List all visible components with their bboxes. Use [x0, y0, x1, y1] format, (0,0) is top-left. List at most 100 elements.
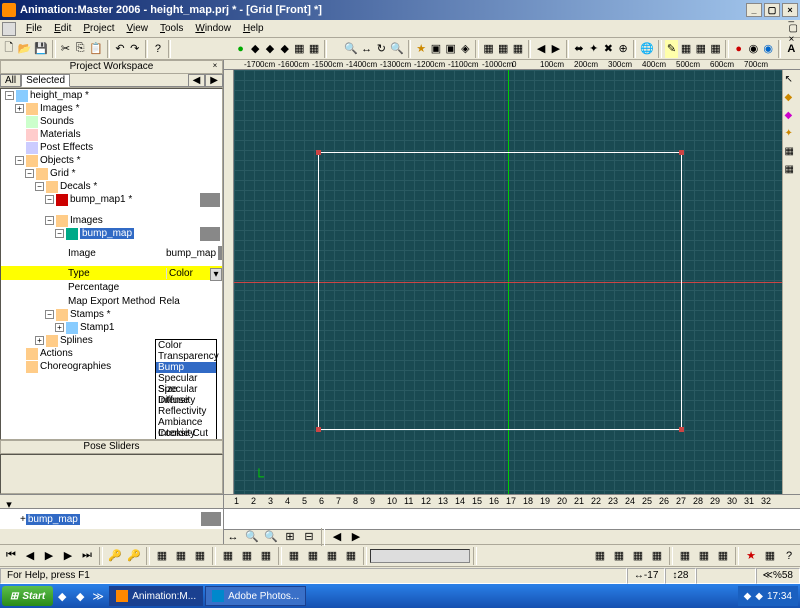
quicklaunch-icon[interactable]: ◆: [71, 587, 89, 605]
rotate-icon[interactable]: ↻: [375, 40, 389, 58]
dropdown-arrow-icon[interactable]: ▾: [210, 268, 222, 281]
tree-stamps[interactable]: Stamps *: [70, 309, 111, 320]
bt-icon[interactable]: ▦: [714, 547, 732, 565]
bt-icon[interactable]: ▦: [219, 547, 237, 565]
cut-icon[interactable]: ✂: [59, 40, 73, 58]
bt-icon[interactable]: ▦: [257, 547, 275, 565]
tree-objects[interactable]: Objects *: [40, 155, 81, 166]
tool-d-icon[interactable]: ▦: [293, 40, 307, 58]
selection-box[interactable]: [318, 152, 682, 430]
handle-icon[interactable]: [679, 427, 684, 432]
expand-icon[interactable]: −: [45, 216, 54, 225]
tool-icon[interactable]: ▦: [785, 146, 799, 160]
tool-c-icon[interactable]: ◆: [278, 40, 292, 58]
tool-p-icon[interactable]: ✖: [602, 40, 616, 58]
tree-bumpmap-selected[interactable]: bump_map: [80, 228, 134, 239]
menu-view[interactable]: View: [120, 22, 154, 35]
tool-icon[interactable]: ◆: [785, 110, 799, 124]
help-icon[interactable]: ?: [151, 40, 165, 58]
workspace-close-icon[interactable]: ×: [209, 61, 221, 73]
tool-icon[interactable]: ◆: [785, 92, 799, 106]
handle-icon[interactable]: [679, 150, 684, 155]
tool-v-icon[interactable]: ◉: [747, 40, 761, 58]
prop-export-value[interactable]: Rela: [159, 296, 180, 307]
maximize-button[interactable]: ▢: [764, 3, 780, 17]
tree-bumpmap1[interactable]: bump_map1 *: [70, 194, 132, 205]
tool-e-icon[interactable]: ▦: [307, 40, 321, 58]
dropdown-item-selected[interactable]: Bump: [156, 362, 216, 373]
tree-stamp1[interactable]: Stamp1: [80, 322, 114, 333]
task-photoshop[interactable]: Adobe Photos...: [205, 586, 306, 606]
timeline-item[interactable]: bump_map: [26, 514, 80, 525]
bt-icon[interactable]: ▦: [761, 547, 779, 565]
tool-pencil-icon[interactable]: ✎: [665, 40, 679, 58]
bt-icon[interactable]: ▦: [591, 547, 609, 565]
frame-slider[interactable]: [370, 549, 470, 563]
tree-decals[interactable]: Decals *: [60, 181, 97, 192]
tool-q-icon[interactable]: ⊕: [616, 40, 630, 58]
mdi-maximize-button[interactable]: ▢: [789, 23, 798, 34]
dropdown-item[interactable]: Ambiance Intensity: [156, 417, 216, 428]
redo-icon[interactable]: ↷: [128, 40, 142, 58]
expand-icon[interactable]: −: [25, 169, 34, 178]
bt-icon[interactable]: ▦: [238, 547, 256, 565]
bt-icon[interactable]: ?: [780, 547, 798, 565]
tl-tool-icon[interactable]: 🔍: [243, 528, 261, 546]
tl-tool-icon[interactable]: ▶: [347, 528, 365, 546]
tool-s-icon[interactable]: ▦: [694, 40, 708, 58]
tool-h-icon[interactable]: ▣: [444, 40, 458, 58]
dropdown-item[interactable]: Reflectivity: [156, 406, 216, 417]
open-icon[interactable]: 📂: [17, 40, 33, 58]
bt-icon[interactable]: ▦: [323, 547, 341, 565]
tool-w-icon[interactable]: ◉: [761, 40, 775, 58]
menu-file[interactable]: File: [20, 22, 48, 35]
start-button[interactable]: ⊞ Start: [2, 586, 53, 606]
tree-root[interactable]: height_map *: [30, 90, 89, 101]
bt-icon[interactable]: ▦: [191, 547, 209, 565]
tl-tool-icon[interactable]: ⊟: [300, 528, 318, 546]
dropdown-item[interactable]: Diffuse: [156, 395, 216, 406]
bt-icon[interactable]: ★: [742, 547, 760, 565]
tl-btn-icon[interactable]: ▾: [0, 495, 18, 513]
bt-icon[interactable]: ▦: [629, 547, 647, 565]
tl-tool-icon[interactable]: ⊞: [281, 528, 299, 546]
tree-materials[interactable]: Materials: [40, 129, 81, 140]
tool-u-icon[interactable]: ●: [732, 40, 746, 58]
tl-tool-icon[interactable]: 🔍: [262, 528, 280, 546]
move-icon[interactable]: ↔: [360, 40, 374, 58]
new-icon[interactable]: 🗋: [2, 40, 16, 58]
timeline-track[interactable]: [224, 509, 800, 529]
bt-icon[interactable]: ▦: [172, 547, 190, 565]
tool-render-icon[interactable]: ●: [234, 40, 248, 58]
expand-icon[interactable]: +: [35, 336, 44, 345]
tool-f-icon[interactable]: ★: [414, 40, 428, 58]
expand-icon[interactable]: +: [55, 323, 64, 332]
tool-j-icon[interactable]: ▦: [482, 40, 496, 58]
tab-scroll-right[interactable]: ▶: [205, 74, 223, 87]
type-dropdown[interactable]: Color Transparency Bump Specular Size Sp…: [155, 339, 217, 440]
tool-icon[interactable]: ▦: [785, 164, 799, 178]
tree-images[interactable]: Images *: [40, 103, 79, 114]
tool-text-icon[interactable]: A: [784, 40, 798, 58]
bt-icon[interactable]: ▦: [695, 547, 713, 565]
bt-icon[interactable]: ▦: [610, 547, 628, 565]
dropdown-item[interactable]: Specular Size: [156, 373, 216, 384]
task-animation-master[interactable]: Animation:M...: [109, 586, 203, 606]
tool-icon[interactable]: ✦: [785, 128, 799, 142]
play-next-icon[interactable]: ▶: [59, 547, 77, 565]
dropdown-item[interactable]: Displacement: [156, 439, 216, 440]
tab-scroll-left[interactable]: ◀: [188, 74, 206, 87]
tree-grid[interactable]: Grid *: [50, 168, 76, 179]
cursor-icon[interactable]: ↖: [785, 74, 799, 88]
tree-sounds[interactable]: Sounds: [40, 116, 74, 127]
zoom-icon[interactable]: 🔍: [343, 40, 359, 58]
key-icon[interactable]: 🔑: [106, 547, 124, 565]
tree-splines[interactable]: Splines: [60, 335, 93, 346]
tool-k-icon[interactable]: ▦: [496, 40, 510, 58]
tool-r-icon[interactable]: ▦: [679, 40, 693, 58]
bt-icon[interactable]: ▦: [285, 547, 303, 565]
expand-icon[interactable]: −: [55, 229, 64, 238]
expand-icon[interactable]: −: [35, 182, 44, 191]
paste-icon[interactable]: 📋: [88, 40, 104, 58]
tool-g-icon[interactable]: ▣: [429, 40, 443, 58]
